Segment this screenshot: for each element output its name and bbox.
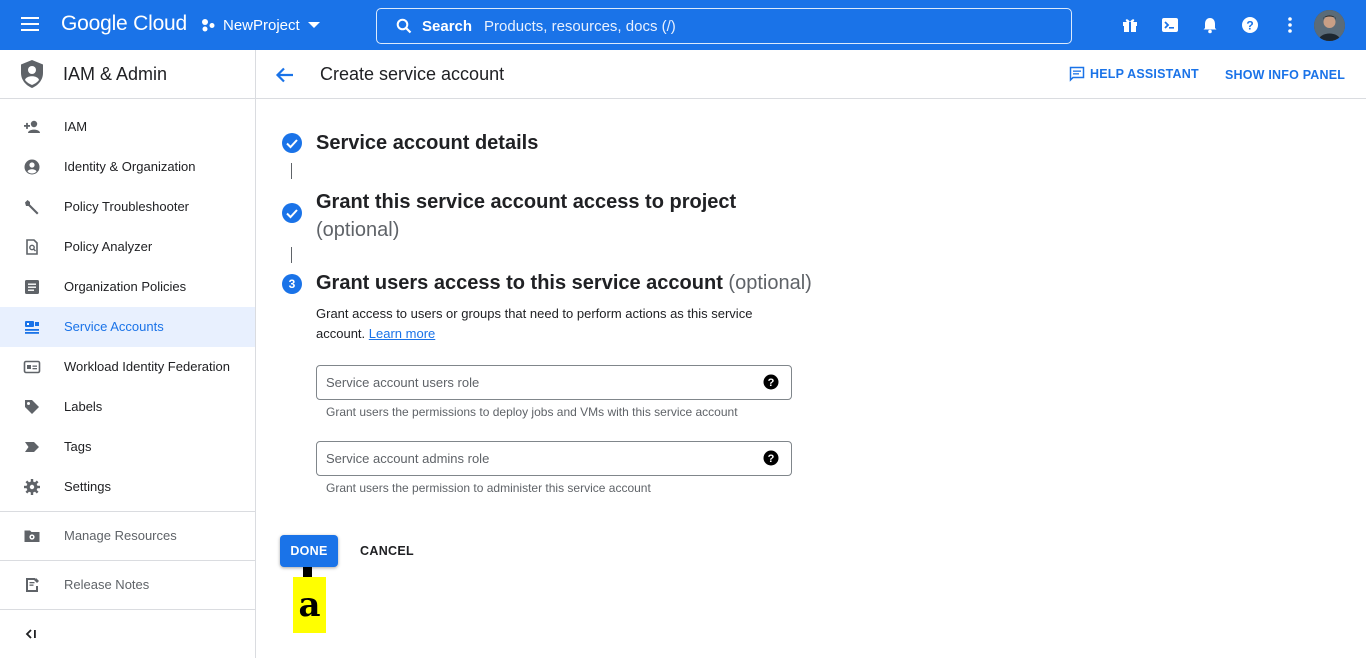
- page-header: Create service account HELP ASSISTANT SH…: [256, 50, 1366, 99]
- sidebar-item-policy-troubleshooter[interactable]: Policy Troubleshooter: [0, 187, 255, 227]
- step-connector: [291, 247, 292, 263]
- top-app-bar: Google Cloud NewProject Search Products,…: [0, 0, 1366, 50]
- search-placeholder: Products, resources, docs (/): [484, 17, 676, 35]
- sidebar-title: IAM & Admin: [63, 63, 168, 84]
- search-label: Search: [422, 17, 473, 35]
- bell-icon[interactable]: [1200, 15, 1220, 35]
- sidebar-item-label: IAM: [64, 119, 88, 134]
- help-circle-icon[interactable]: ?: [763, 374, 779, 390]
- field-placeholder: Service account users role: [326, 375, 480, 390]
- sidebar: IAM & Admin IAM Identity & Organization …: [0, 50, 256, 658]
- step-complete-check-icon: [281, 132, 303, 154]
- step-2-optional: (optional): [316, 219, 400, 241]
- sidebar-item-policy-analyzer[interactable]: Policy Analyzer: [0, 227, 255, 267]
- shield-icon: [19, 59, 45, 89]
- step-3-title-text: Grant users access to this service accou…: [316, 272, 723, 294]
- sidebar-item-identity-organization[interactable]: Identity & Organization: [0, 147, 255, 187]
- svg-text:?: ?: [768, 377, 775, 389]
- sidebar-item-label: Tags: [64, 439, 92, 454]
- step-complete-check-icon: [281, 202, 303, 224]
- annotation-marker: a: [293, 577, 326, 633]
- divider: [0, 511, 255, 512]
- list-doc-icon: [23, 278, 41, 296]
- project-icon: [201, 17, 217, 33]
- svg-text:?: ?: [768, 453, 775, 465]
- gear-icon: [23, 478, 41, 496]
- svg-text:?: ?: [1246, 19, 1253, 33]
- label-icon: [23, 398, 41, 416]
- account-circle-icon: [23, 158, 41, 176]
- page-title: Create service account: [320, 64, 505, 84]
- service-account-admins-role-field[interactable]: Service account admins role ?: [316, 441, 792, 476]
- field-hint: Grant users the permission to administer…: [326, 481, 651, 495]
- sidebar-item-tags[interactable]: Tags: [0, 427, 255, 467]
- cancel-button[interactable]: CANCEL: [352, 535, 422, 567]
- sidebar-item-workload-identity-federation[interactable]: Workload Identity Federation: [0, 347, 255, 387]
- step-3-number-badge: 3: [281, 273, 303, 295]
- account-avatar[interactable]: [1314, 10, 1345, 41]
- wrench-icon: [23, 198, 41, 216]
- gift-icon[interactable]: [1120, 15, 1140, 35]
- service-account-users-role-field[interactable]: Service account users role ?: [316, 365, 792, 400]
- document-search-icon: [23, 238, 41, 256]
- more-vert-icon[interactable]: [1280, 15, 1300, 35]
- sidebar-item-labels[interactable]: Labels: [0, 387, 255, 427]
- done-button[interactable]: DONE: [280, 535, 338, 567]
- collapse-sidebar-button[interactable]: [0, 614, 255, 654]
- menu-icon[interactable]: [20, 15, 44, 35]
- terminal-icon[interactable]: [1160, 15, 1180, 35]
- step-2-title[interactable]: Grant this service account access to pro…: [316, 188, 736, 244]
- sidebar-item-iam[interactable]: IAM: [0, 107, 255, 147]
- help-assistant-button[interactable]: HELP ASSISTANT: [1069, 66, 1199, 82]
- project-name: NewProject: [223, 16, 300, 34]
- sidebar-item-label: Organization Policies: [64, 279, 187, 294]
- help-circle-icon[interactable]: ?: [763, 450, 779, 466]
- learn-more-link[interactable]: Learn more: [369, 326, 435, 341]
- sidebar-item-label: Workload Identity Federation: [64, 359, 230, 374]
- step-3-number: 3: [288, 277, 296, 291]
- chat-icon: [1069, 66, 1085, 82]
- divider: [0, 560, 255, 561]
- id-card-icon: [23, 358, 41, 376]
- sidebar-item-service-accounts[interactable]: Service Accounts: [0, 307, 255, 347]
- tag-arrow-icon: [23, 438, 41, 456]
- step-3-title[interactable]: Grant users access to this service accou…: [316, 272, 812, 295]
- sidebar-header: IAM & Admin: [0, 50, 255, 99]
- sidebar-item-organization-policies[interactable]: Organization Policies: [0, 267, 255, 307]
- sidebar-item-manage-resources[interactable]: Manage Resources: [0, 516, 255, 556]
- person-add-icon: [23, 118, 41, 136]
- sidebar-item-settings[interactable]: Settings: [0, 467, 255, 507]
- search-bar[interactable]: Search Products, resources, docs (/): [376, 8, 1072, 44]
- field-hint: Grant users the permissions to deploy jo…: [326, 405, 738, 419]
- help-assistant-label: HELP ASSISTANT: [1090, 67, 1199, 81]
- sidebar-item-label: Identity & Organization: [64, 159, 196, 174]
- chevron-down-icon: [307, 21, 320, 29]
- sidebar-item-label: Release Notes: [64, 577, 150, 592]
- search-icon: [396, 18, 412, 34]
- sidebar-item-label: Settings: [64, 479, 111, 494]
- step-3-optional: (optional): [728, 272, 812, 294]
- project-selector[interactable]: NewProject: [201, 9, 320, 41]
- step-description: Grant access to users or groups that nee…: [316, 304, 786, 344]
- back-arrow-icon[interactable]: [274, 64, 296, 86]
- step-connector: [291, 163, 292, 179]
- google-cloud-logo[interactable]: Google Cloud: [61, 12, 187, 36]
- sidebar-item-label: Policy Troubleshooter: [64, 199, 190, 214]
- step-2-title-text: Grant this service account access to pro…: [316, 191, 737, 213]
- folder-settings-icon: [23, 527, 41, 545]
- divider: [0, 609, 255, 610]
- help-icon[interactable]: ?: [1240, 15, 1260, 35]
- service-account-icon: [23, 318, 41, 336]
- release-notes-icon: [23, 576, 41, 594]
- sidebar-item-label: Manage Resources: [64, 528, 177, 543]
- field-placeholder: Service account admins role: [326, 451, 490, 466]
- sidebar-item-label: Labels: [64, 399, 103, 414]
- step-1-title[interactable]: Service account details: [316, 132, 538, 155]
- sidebar-item-label: Service Accounts: [64, 319, 164, 334]
- sidebar-item-label: Policy Analyzer: [64, 239, 153, 254]
- show-info-panel-button[interactable]: SHOW INFO PANEL: [1225, 68, 1345, 82]
- collapse-icon: [23, 625, 41, 643]
- sidebar-item-release-notes[interactable]: Release Notes: [0, 565, 255, 605]
